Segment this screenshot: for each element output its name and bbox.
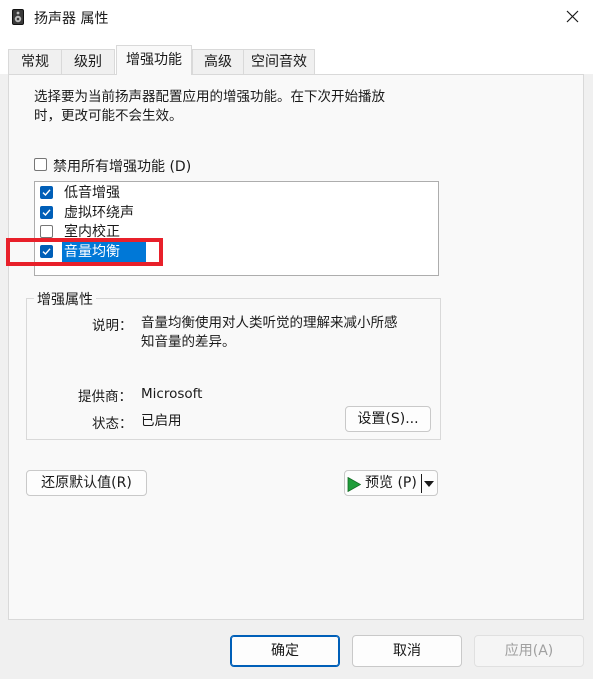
checkmark-icon <box>42 189 51 197</box>
description-label: 说明： <box>92 318 133 334</box>
settings-button[interactable]: 设置(S)... <box>345 406 431 432</box>
property-description: 音量均衡使用对人类听觉的理解来减小所感 知音量的差异。 <box>141 314 433 352</box>
play-icon <box>347 477 361 492</box>
checkbox-box[interactable] <box>34 158 47 171</box>
enhancement-bass-boost[interactable]: 低音增强 <box>40 183 420 203</box>
enhancements-description: 选择要为当前扬声器配置应用的增强功能。在下次开始播放 时，更改可能不会生效。 <box>34 88 444 126</box>
apply-button[interactable]: 应用(A) <box>474 635 584 667</box>
status-label: 状态： <box>92 416 133 432</box>
preview-button[interactable]: 预览 (P) <box>344 470 438 496</box>
checkbox-unchecked[interactable] <box>40 225 53 238</box>
property-description-line-1: 音量均衡使用对人类听觉的理解来减小所感 <box>141 315 398 331</box>
checkbox-checked[interactable] <box>40 206 53 219</box>
preview-label: 预览 (P) <box>365 475 417 491</box>
title-bar: 扬声器 属性 <box>0 0 593 34</box>
provider-value: Microsoft <box>141 386 203 402</box>
status-value: 已启用 <box>141 413 182 429</box>
tab-advanced[interactable]: 高级 <box>192 49 244 74</box>
window-title: 扬声器 属性 <box>34 11 109 27</box>
split-separator <box>421 474 422 493</box>
property-description-line-2: 知音量的差异。 <box>141 334 236 350</box>
close-icon <box>566 10 579 23</box>
speaker-icon <box>12 9 24 25</box>
tab-spatial-sound[interactable]: 空间音效 <box>243 49 315 74</box>
checkmark-icon <box>42 209 51 217</box>
speaker-properties-window: 扬声器 属性 常规 级别 增强功能 高级 空间音效 选择要为当前扬声器配置应用的… <box>0 0 593 679</box>
enhancement-label: 虚拟环绕声 <box>64 205 134 221</box>
disable-all-label: 禁用所有增强功能 (D) <box>53 159 192 175</box>
annotation-highlight-box <box>6 238 163 266</box>
close-button[interactable] <box>552 0 593 34</box>
dropdown-arrow-icon[interactable] <box>423 480 435 488</box>
cancel-button[interactable]: 取消 <box>352 635 462 667</box>
description-line-1: 选择要为当前扬声器配置应用的增强功能。在下次开始播放 <box>34 89 385 105</box>
enhancement-virtual-surround[interactable]: 虚拟环绕声 <box>40 203 420 223</box>
tab-general[interactable]: 常规 <box>8 49 62 74</box>
tab-levels[interactable]: 级别 <box>61 49 115 74</box>
tab-enhancements[interactable]: 增强功能 <box>116 45 192 75</box>
enhancement-label: 低音增强 <box>64 185 120 201</box>
provider-label: 提供商： <box>78 389 132 405</box>
group-title: 增强属性 <box>34 289 96 309</box>
ok-button[interactable]: 确定 <box>230 635 340 667</box>
description-line-2: 时，更改可能不会生效。 <box>34 108 183 124</box>
restore-defaults-button[interactable]: 还原默认值(R) <box>26 470 147 496</box>
checkbox-checked[interactable] <box>40 186 53 199</box>
